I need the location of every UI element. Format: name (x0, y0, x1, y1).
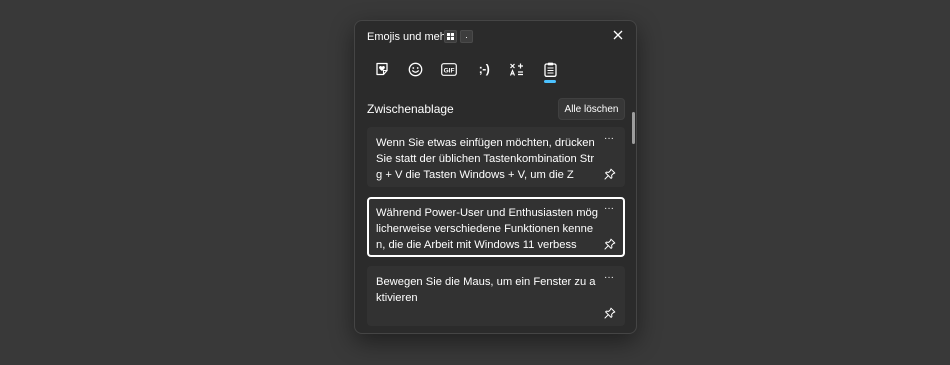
emoji-panel: Emojis und mehr . GIF ;-) Zwischenablage… (354, 20, 637, 334)
pin-icon (604, 238, 616, 250)
gif-icon-label: GIF (444, 67, 455, 74)
clear-all-button[interactable]: Alle löschen (558, 98, 625, 120)
more-options-button[interactable]: ··· (601, 203, 617, 215)
smiley-icon (408, 62, 422, 76)
category-tabs: GIF ;-) (365, 55, 605, 85)
title-bar: Emojis und mehr . (355, 21, 636, 53)
pin-icon (604, 307, 616, 319)
period-key-badge: . (460, 30, 473, 43)
tab-emoji[interactable] (402, 55, 428, 83)
windows-logo-icon (447, 33, 454, 40)
clipboard-item-text: Während Power-User und Enthusiasten mögl… (376, 207, 598, 251)
tab-recent[interactable] (369, 55, 395, 83)
clipboard-item[interactable]: Wenn Sie etwas einfügen möchten, drücken… (367, 127, 625, 187)
windows-key-badge (444, 30, 457, 43)
clipboard-item-selected[interactable]: Während Power-User und Enthusiasten mögl… (367, 197, 625, 257)
tab-clipboard[interactable] (537, 55, 563, 83)
panel-title: Emojis und mehr (367, 31, 450, 43)
tab-symbols[interactable] (503, 55, 529, 83)
clipboard-icon (543, 62, 557, 77)
scrollbar-thumb[interactable] (632, 112, 635, 144)
pin-icon (604, 168, 616, 180)
active-tab-indicator (544, 80, 556, 83)
gif-icon: GIF (441, 62, 457, 76)
more-options-button[interactable]: ··· (601, 272, 617, 284)
clipboard-item-text: Wenn Sie etwas einfügen möchten, drücken… (376, 137, 595, 181)
close-icon (613, 30, 623, 40)
heart-sticker-icon (376, 62, 388, 76)
clipboard-item-text: Bewegen Sie die Maus, um ein Fenster zu … (376, 276, 596, 304)
symbols-icon (509, 63, 523, 76)
kaomoji-label: ;-) (478, 62, 490, 76)
close-button[interactable] (608, 25, 628, 45)
more-options-button[interactable]: ··· (601, 133, 617, 145)
pin-button[interactable] (603, 237, 617, 251)
clipboard-item[interactable]: Bewegen Sie die Maus, um ein Fenster zu … (367, 266, 625, 326)
pin-button[interactable] (603, 167, 617, 181)
pin-button[interactable] (603, 306, 617, 320)
section-title: Zwischenablage (367, 102, 454, 116)
tab-kaomoji[interactable]: ;-) (469, 55, 499, 83)
tab-gif[interactable]: GIF (436, 55, 462, 83)
